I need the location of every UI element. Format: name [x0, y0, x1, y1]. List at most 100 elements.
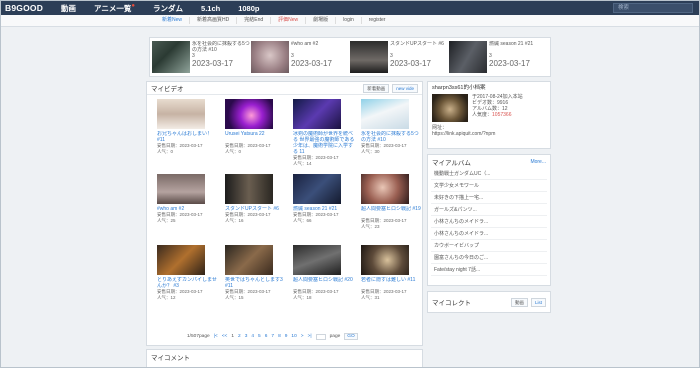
album-item[interactable]: 文学少女メモワール	[431, 180, 547, 192]
page-link[interactable]: 10	[291, 334, 296, 339]
video-card[interactable]: スタンドUPスタート #6 安售日期：2023-03-17 人气：16	[219, 174, 287, 232]
album-item[interactable]: 園富さんちの今日のご...	[431, 252, 547, 264]
subnav-rating[interactable]: 評価New	[271, 17, 307, 24]
page-link[interactable]: 4	[251, 334, 254, 339]
video-title[interactable]: 冰剣の魔術師が世界を統べる 世界最強の魔術師である少年は、魔術学院に入学する 1…	[293, 131, 355, 155]
video-popularity: 人气：0	[225, 149, 242, 154]
video-card[interactable]: Urusei Yatsura 22 安售日期：2023-03-17 人气：0	[219, 99, 287, 157]
last-page-link[interactable]: >|	[308, 334, 312, 339]
page-link[interactable]: 8	[278, 334, 281, 339]
video-thumbnail[interactable]	[293, 174, 341, 204]
top-nav: B9GOOD 動画 アニメ一覧● ランダム 5.1ch 1080p 検索	[1, 1, 699, 15]
album-item[interactable]: 未好きの下描上一宅...	[431, 192, 547, 204]
video-thumbnail[interactable]	[293, 245, 341, 275]
subnav-movie[interactable]: 劇場版	[306, 17, 337, 24]
video-popularity: 人气：14	[293, 161, 312, 166]
album-item[interactable]: ガールズ&パンツ...	[431, 204, 547, 216]
video-card[interactable]: 氷を社会的に抹殺する5つの方法 #10 安售日期：2023-03-17 人气：30	[355, 99, 423, 157]
page-link[interactable]: 7	[271, 334, 274, 339]
video-title[interactable]: 超人間要塞ヒロシ戦記 #20	[293, 277, 355, 289]
video-title[interactable]: 氷を社会的に抹殺する5つの方法 #10	[361, 131, 423, 143]
video-thumbnail[interactable]	[157, 174, 205, 204]
tab-videos[interactable]: 動画	[510, 297, 528, 307]
video-popularity: 人气：0	[157, 149, 174, 154]
nav-51ch[interactable]: 5.1ch	[201, 4, 220, 13]
video-grid: お兄ちゃんはおしまい！ #11 安售日期：2023-03-17 人气：0 Uruse…	[147, 95, 422, 303]
video-thumbnail[interactable]	[225, 174, 273, 204]
subnav-login[interactable]: login	[336, 17, 362, 24]
video-thumbnail[interactable]	[361, 99, 409, 129]
prev-page-link[interactable]: <<	[222, 334, 228, 339]
video-thumbnail[interactable]	[361, 174, 409, 204]
video-card[interactable]: 英世ではちゃんとします3 #11 安售日期：2023-03-17 人气：15	[219, 245, 287, 303]
panel-header: マイアルバム More...	[428, 155, 550, 168]
page-link[interactable]: 9	[285, 334, 288, 339]
video-thumbnail[interactable]	[350, 41, 388, 73]
page-link[interactable]: 5	[258, 334, 261, 339]
video-thumbnail[interactable]	[361, 245, 409, 275]
subnav-end[interactable]: 完結End	[237, 17, 272, 24]
video-card[interactable]: 若者に隠すは難しい #11 安售日期：2023-03-17 人气：31	[355, 245, 423, 303]
new-videos-button[interactable]: 新着動画	[363, 83, 390, 93]
video-card[interactable]: お兄ちゃんはおしまい！ #11 安售日期：2023-03-17 人气：0	[151, 99, 219, 157]
new-view-button[interactable]: new vide	[392, 83, 418, 93]
video-thumbnail[interactable]	[225, 245, 273, 275]
video-card[interactable]: 超人間要塞ヒロシ戦記 #19 安售日期：2023-03-17 人气：23	[355, 174, 423, 232]
next-page-link[interactable]: >	[301, 334, 304, 339]
featured-item[interactable]: スタンドUPスタート #6 3 2023-03-17	[350, 41, 449, 73]
panel-header: マイコレクト 動画 List	[428, 292, 550, 312]
first-page-link[interactable]: |<	[214, 334, 218, 339]
nav-1080p[interactable]: 1080p	[238, 4, 259, 13]
collect-panel: マイコレクト 動画 List	[427, 291, 551, 313]
video-thumbnail[interactable]	[251, 41, 289, 73]
subnav-new[interactable]: 新着New	[155, 17, 191, 24]
nav-videos[interactable]: 動画	[61, 3, 76, 14]
video-popularity: 人气：12	[157, 295, 176, 300]
video-thumbnail[interactable]	[157, 99, 205, 129]
album-item[interactable]: Fate/stay night 7話...	[431, 264, 547, 276]
featured-strip: 氷を社会的に抹殺する5つの方法 #10 3 2023-03-17 #who am…	[149, 37, 551, 77]
video-title[interactable]: 超人間要塞ヒロシ戦記 #19	[361, 206, 423, 218]
video-thumbnail[interactable]	[157, 245, 205, 275]
go-button[interactable]: GO	[344, 333, 358, 340]
video-card[interactable]: #who am #2 安售日期：2023-03-17 人气：25	[151, 174, 219, 232]
video-card[interactable]: 冰剣の魔術師が世界を統べる 世界最強の魔術師である少年は、魔術学院に入学する 1…	[287, 99, 355, 166]
nav-anime-list[interactable]: アニメ一覧●	[94, 3, 135, 14]
panel-header: マイビデオ 新着動画 new vide	[147, 82, 422, 95]
more-link[interactable]: More...	[530, 159, 546, 165]
album-item[interactable]: 機動戦士ガンダムUC（...	[431, 168, 547, 180]
subnav-new-hd[interactable]: 新着高画質HD	[190, 17, 238, 24]
page-link[interactable]: 2	[238, 334, 241, 339]
video-card[interactable]: とりあえずカンパイしませんか？ #3 安售日期：2023-03-17 人气：12	[151, 245, 219, 303]
subnav-register[interactable]: register	[362, 17, 393, 24]
page-link[interactable]: 3	[245, 334, 248, 339]
featured-item[interactable]: 燃緘 season 21 #21 3 2023-03-17	[449, 41, 548, 73]
video-title[interactable]: 英世ではちゃんとします3 #11	[225, 277, 287, 289]
page-number-input[interactable]	[315, 333, 326, 340]
video-title[interactable]: 若者に隠すは難しい #11	[361, 277, 423, 289]
video-thumbnail[interactable]	[152, 41, 190, 73]
video-title[interactable]: とりあえずカンパイしませんか？ #3	[157, 277, 219, 289]
album-item[interactable]: 小林さんちのメイドラ...	[431, 216, 547, 228]
album-item[interactable]: 小林さんちのメイドラ...	[431, 228, 547, 240]
site-logo[interactable]: B9GOOD	[5, 3, 43, 13]
video-card[interactable]: 超人間要塞ヒロシ戦記 #20 安售日期：2023-03-17 人气：18	[287, 245, 355, 303]
video-title[interactable]: Urusei Yatsura 22	[225, 131, 287, 143]
search-input[interactable]: 検索	[613, 3, 693, 13]
page-link[interactable]: 6	[265, 334, 268, 339]
video-thumbnail[interactable]	[449, 41, 487, 73]
video-thumbnail[interactable]	[225, 99, 273, 129]
video-thumbnail[interactable]	[293, 99, 341, 129]
featured-item[interactable]: #who am #2 3 2023-03-17	[251, 41, 350, 73]
video-popularity: 人气：25	[157, 218, 176, 223]
profile-url[interactable]: https://link.apiquit.com/?npm	[432, 131, 546, 137]
video-title[interactable]: お兄ちゃんはおしまい！ #11	[157, 131, 219, 143]
pagination: 1/507page |< << 1 2 3 4 5 6 7 8 9 10 > >…	[187, 333, 358, 340]
my-comments-panel: マイコメント	[146, 349, 423, 367]
video-card[interactable]: 燃緘 season 21 #21 安售日期：2023-03-17 人气：66	[287, 174, 355, 232]
nav-random[interactable]: ランダム	[153, 3, 183, 14]
video-popularity: 人气：31	[361, 295, 380, 300]
featured-item[interactable]: 氷を社会的に抹殺する5つの方法 #10 3 2023-03-17	[152, 41, 251, 73]
tab-list[interactable]: List	[530, 297, 546, 307]
album-item[interactable]: カウボーイビバップ	[431, 240, 547, 252]
